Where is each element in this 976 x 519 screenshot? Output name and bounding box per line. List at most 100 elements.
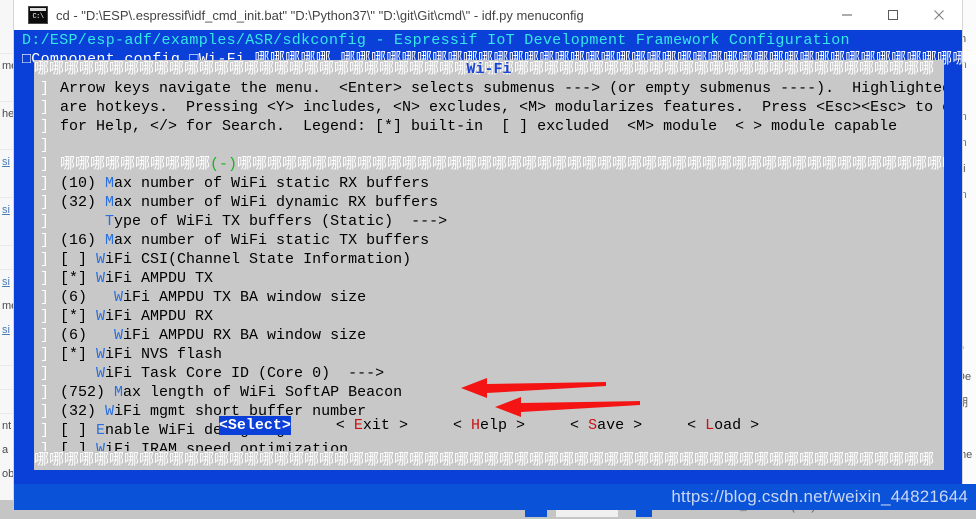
button-open-bracket: < — [452, 417, 471, 434]
menu-item-hotkey: M — [105, 232, 115, 249]
console-window: C:\ cd - "D:\ESP\.espressif\idf_cmd_init… — [14, 0, 976, 500]
button-label: xit — [362, 417, 399, 434]
help-line: for Help, </> for Search. Legend: [*] bu… — [60, 118, 898, 135]
window-title: cd - "D:\ESP\.espressif\idf_cmd_init.bat… — [56, 7, 584, 23]
button-label: ave — [597, 417, 634, 434]
close-button[interactable] — [916, 0, 962, 30]
scroll-sep-left: 哪哪哪哪哪哪哪哪哪哪 — [60, 156, 211, 173]
button-gap — [408, 417, 453, 434]
menu-item-hotkey: M — [114, 384, 124, 401]
button-close-bracket: > — [398, 417, 408, 434]
menu-item-label: iFi AMPDU RX BA window size — [123, 327, 367, 344]
button-hotkey: S — [588, 417, 598, 434]
menu-item-label: ax number of WiFi static RX buffers — [114, 175, 430, 192]
minimize-button[interactable] — [824, 0, 870, 30]
menu-item-hotkey: M — [105, 175, 115, 192]
maximize-button[interactable] — [870, 0, 916, 30]
console-icon: C:\ — [28, 6, 48, 24]
menu-item-prefix: (32) — [60, 194, 106, 211]
button-select[interactable]: <Select> — [218, 416, 291, 435]
menu-item[interactable]: (10) Max number of WiFi static RX buffer… — [34, 174, 944, 193]
button-load[interactable]: < Load > — [687, 416, 759, 435]
menu-item-hotkey: W — [114, 327, 124, 344]
button-hotkey: H — [470, 417, 480, 434]
menu-item-prefix: (752) — [60, 384, 115, 401]
menu-item-hotkey: W — [96, 251, 106, 268]
watermark-text: https://blog.csdn.net/weixin_44821644 — [671, 487, 968, 506]
button-label: elp — [480, 417, 517, 434]
menu-item[interactable]: (6) WiFi AMPDU RX BA window size — [34, 326, 944, 345]
scroll-sep-right: 哪哪哪哪哪哪哪哪哪哪哪哪哪哪哪哪哪哪哪哪哪哪哪哪哪哪哪哪哪哪哪哪哪哪哪哪哪哪哪哪… — [237, 156, 944, 173]
menu-item-prefix: [*] — [60, 270, 97, 287]
menu-item-prefix — [60, 213, 105, 230]
menu-item[interactable]: (752) Max length of WiFi SoftAP Beacon — [34, 383, 944, 402]
menu-item-label: ax number of WiFi static TX buffers — [114, 232, 430, 249]
menu-item-label: iFi AMPDU TX — [105, 270, 214, 287]
menu-item-label: iFi AMPDU RX — [105, 308, 214, 325]
dialog-button-row: <Select> < Exit > < Help > < Save > < Lo… — [34, 416, 944, 435]
menu-item[interactable]: Type of WiFi TX buffers (Static) ---> — [34, 212, 944, 231]
help-line: Arrow keys navigate the menu. <Enter> se… — [60, 80, 944, 97]
menu-item-prefix: (16) — [60, 232, 106, 249]
button-help[interactable]: < Help > — [453, 416, 525, 435]
screenshot-root: mehesisisimesintaobmpinSFl th-n-n-nbi-n-… — [0, 0, 976, 519]
button-close-bracket: > — [633, 417, 643, 434]
button-gap — [291, 417, 336, 434]
menu-item-prefix — [60, 365, 96, 382]
menu-item-hotkey: W — [96, 365, 106, 382]
button-close-bracket: > — [516, 417, 526, 434]
menu-item-hotkey: W — [96, 308, 106, 325]
console-icon-label: C:\ — [32, 12, 44, 21]
button-close-bracket: > — [281, 417, 291, 434]
menu-item-label: iFi NVS flash — [105, 346, 223, 363]
menu-item-prefix: [*] — [60, 346, 97, 363]
button-label: elect — [236, 417, 282, 434]
menu-item[interactable]: [*] WiFi AMPDU RX — [34, 307, 944, 326]
button-open-bracket: < — [570, 417, 589, 434]
menu-item-hotkey: T — [105, 213, 115, 230]
menu-item-label: ax length of WiFi SoftAP Beacon — [123, 384, 403, 401]
window-controls — [824, 0, 962, 30]
button-hotkey: L — [705, 417, 715, 434]
menu-item[interactable]: [ ] WiFi CSI(Channel State Information) — [34, 250, 944, 269]
menu-item[interactable]: (32) Max number of WiFi dynamic RX buffe… — [34, 193, 944, 212]
button-hotkey: E — [353, 417, 363, 434]
button-label: oad — [714, 417, 751, 434]
button-open-bracket: < — [687, 417, 706, 434]
button-save[interactable]: < Save > — [570, 416, 642, 435]
menu-item-label: iFi AMPDU TX BA window size — [123, 289, 367, 306]
button-exit[interactable]: < Exit > — [336, 416, 408, 435]
terminal-body: D:/ESP/esp-adf/examples/ASR/sdkconfig - … — [14, 30, 976, 500]
menu-item[interactable]: (16) Max number of WiFi static TX buffer… — [34, 231, 944, 250]
dialog-title: Wi-Fi — [466, 61, 512, 78]
config-path-line: D:/ESP/esp-adf/examples/ASR/sdkconfig - … — [22, 32, 850, 49]
menu-item-label: iFi Task Core ID (Core 0) ---> — [105, 365, 385, 382]
menu-item-prefix: (6) — [60, 327, 115, 344]
menu-item-prefix: [*] — [60, 308, 97, 325]
menu-item[interactable]: [*] WiFi AMPDU TX — [34, 269, 944, 288]
dialog-bottom-border: 哪哪哪哪哪哪哪哪哪哪哪哪哪哪哪哪哪哪哪哪哪哪哪哪哪哪哪哪哪哪哪哪哪哪哪哪哪哪哪哪… — [34, 451, 944, 470]
button-open-bracket: < — [335, 417, 354, 434]
scroll-separator: 哪哪哪哪哪哪哪哪哪哪(-)哪哪哪哪哪哪哪哪哪哪哪哪哪哪哪哪哪哪哪哪哪哪哪哪哪哪哪… — [34, 155, 944, 174]
title-bar: C:\ cd - "D:\ESP\.espressif\idf_cmd_init… — [14, 0, 962, 30]
wifi-dialog: 哪哪哪哪哪哪哪哪哪哪哪哪哪哪哪哪哪哪哪哪哪哪哪哪哪哪哪哪哪哪哪哪哪哪哪哪哪哪哪哪… — [34, 60, 944, 470]
help-line: are hotkeys. Pressing <Y> includes, <N> … — [60, 99, 944, 116]
menu-item-label: ax number of WiFi dynamic RX buffers — [114, 194, 439, 211]
menu-item-hotkey: W — [96, 270, 106, 287]
button-open-bracket: < — [218, 417, 228, 434]
scroll-up-indicator[interactable]: (-) — [210, 156, 237, 173]
menu-item-hotkey: W — [96, 346, 106, 363]
menu-item[interactable]: WiFi Task Core ID (Core 0) ---> — [34, 364, 944, 383]
button-gap — [525, 417, 570, 434]
help-text-block: Arrow keys navigate the menu. <Enter> se… — [34, 79, 944, 136]
menuconfig-screen: D:/ESP/esp-adf/examples/ASR/sdkconfig - … — [14, 30, 976, 500]
menu-item[interactable]: [*] WiFi NVS flash — [34, 345, 944, 364]
menu-item[interactable]: (6) WiFi AMPDU TX BA window size — [34, 288, 944, 307]
menu-item-label: iFi CSI(Channel State Information) — [105, 251, 412, 268]
menu-item-label: ype of WiFi TX buffers (Static) ---> — [114, 213, 448, 230]
button-close-bracket: > — [750, 417, 760, 434]
menu-item-prefix: (6) — [60, 289, 115, 306]
menu-item-hotkey: W — [114, 289, 124, 306]
menu-item-prefix: [ ] — [60, 251, 97, 268]
menu-item-hotkey: M — [105, 194, 115, 211]
